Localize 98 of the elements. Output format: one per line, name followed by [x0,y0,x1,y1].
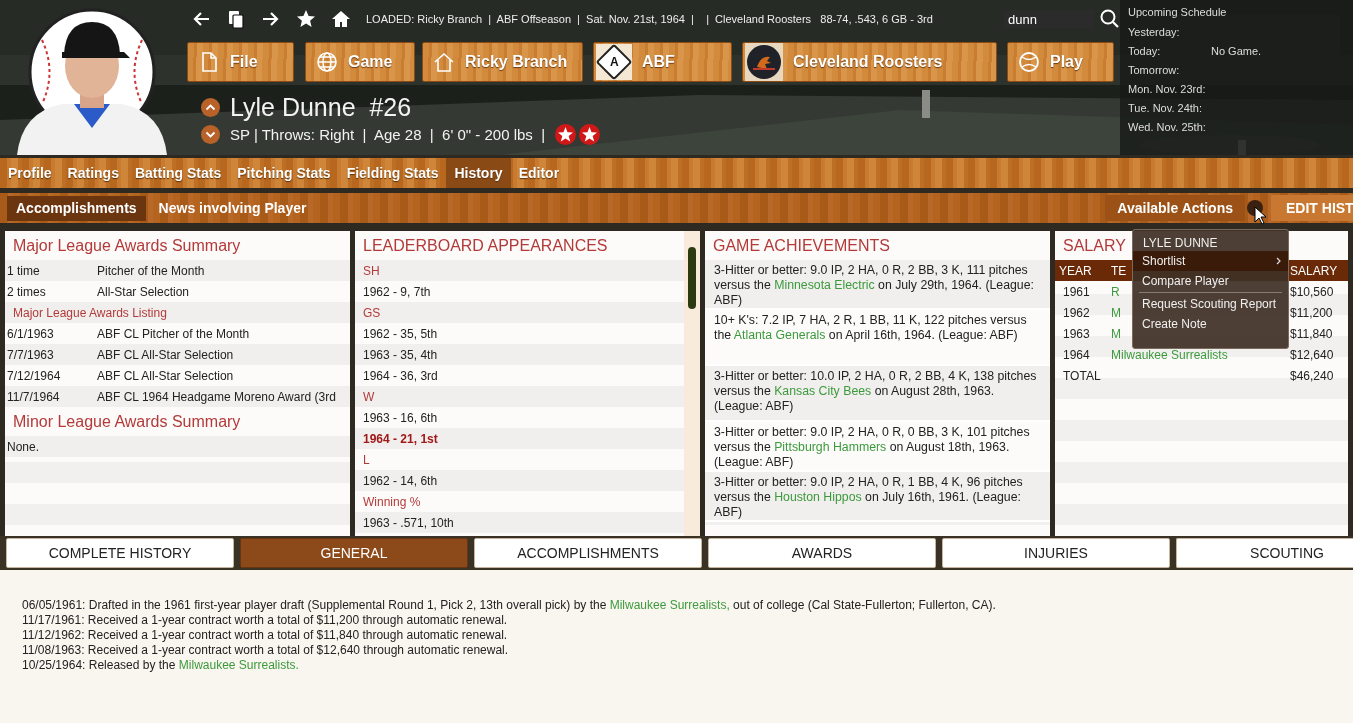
tab[interactable]: Editor [510,158,568,188]
schedule-label: Wed. Nov. 25th: [1128,120,1207,133]
edit-button[interactable]: EDIT HIST [1271,195,1353,221]
table-cell: ABF CL All-Star Selection [97,347,234,362]
home-icon[interactable] [331,9,351,29]
tab-button[interactable]: AWARDS [708,538,936,568]
table-cell-text: None. [6,439,41,454]
star-icon[interactable] [296,9,316,29]
history-entry: 06/05/1961: Drafted in the 1961 first-year player draft (Supplemental Round 1, Pick 2, 13th overall pick) by the Milwaukee Surrealists, out of college (Cal State-Fullerton; Fullerton, CA). [22,598,997,613]
nav-button[interactable]: Cleveland Roosters [742,42,997,82]
player-name: Lyle Dunne #26 [230,92,412,122]
team-link[interactable]: Atlanta Generals [733,328,826,342]
team-link[interactable]: Minnesota Electric [774,278,875,292]
table-cell-text: 1964 [1062,347,1091,362]
history-entry: 11/17/1961: Received a 1-year contract worth a total of $11,200 through automatic renewal. [22,613,509,628]
table-cell-text: 11/7/1964 [6,389,61,404]
table-cell-text: 2 times [6,284,47,299]
ball-icon [1018,51,1040,73]
column-header: TE [1111,263,1128,278]
copy-icon[interactable] [226,9,246,29]
subtab[interactable]: News involving Player [149,195,316,221]
column-header: YEAR [1058,263,1093,278]
menu-title: LYLE DUNNE [1142,234,1219,251]
team-link[interactable]: Houston Hippos [774,490,862,504]
nav-button[interactable]: Game [305,42,415,82]
team-link[interactable]: Milwaukee Surrealists, [609,598,730,612]
achievement-text: 10+ K's: 7.2 IP, 7 HA, 2 R, 1 BB, 11 K, 122 pitches versus the Atlanta Generals on April 16th, 1964. (League: ABF) [705,310,1050,366]
tab-button[interactable]: ACCOMPLISHMENTS [474,538,702,568]
tab[interactable]: Batting Stats [126,158,230,188]
star-badge-icon [579,123,601,145]
schedule-label: Yesterday: [1128,25,1181,38]
star-badge-icon [555,123,577,145]
nav-button[interactable]: Play [1007,42,1114,82]
table-cell-text: 6/1/1963 [6,326,55,341]
table-cell-text: $46,240 [1289,368,1335,383]
tab-button[interactable]: COMPLETE HISTORY [6,538,234,568]
table-cell-text: 1961 [1062,284,1091,299]
table-cell-text: 1962 [1062,305,1091,320]
nav-button[interactable]: File [187,42,294,82]
menu-item[interactable]: Request Scouting Report [1133,294,1288,314]
expand-button[interactable] [201,124,220,144]
table-cell-text: 7/12/1964 [6,368,62,383]
league-logo: A [596,44,632,80]
achievement-text: 3-Hitter or better: 9.0 IP, 2 HA, 0 R, 0 BB, 3 K, 101 pitches versus the Pittsburgh Hammers on August 18th, 1963. (League: ABF) [705,422,1050,472]
tab[interactable]: History [446,158,511,188]
tab[interactable]: Fielding Stats [338,158,447,188]
schedule-label: Tomorrow: [1128,63,1181,76]
team-link[interactable]: Milwaukee Surrealists. [178,658,299,672]
table-cell-text: 7/7/1963 [6,347,55,362]
section-heading: Major League Awards Listing [12,305,167,320]
search-field[interactable]: dunn [1004,10,1094,28]
globe-icon [316,51,338,73]
table-cell: ABF CL All-Star Selection [97,368,234,383]
schedule-value: No Game. [1211,44,1262,57]
tab[interactable]: Pitching Stats [229,158,339,188]
table-cell-text: 1 time [6,263,41,278]
tab[interactable]: Profile [0,158,60,188]
cursor-icon [1254,206,1267,225]
tab-button[interactable]: GENERAL [240,538,468,568]
table-cell-text: $12,640 [1289,347,1335,362]
subtab[interactable]: Accomplishments [7,195,146,221]
status-text: LOADED: Ricky Branch | ABF Offseason | Sat. Nov. 21st, 1964 | | Cleveland Roosters 88-74, .543, 6 GB - 3rd [366,13,934,25]
table-cell-text: $11,840 [1289,326,1334,341]
column-header: SALARY [1289,263,1339,278]
team-link[interactable]: Milwaukee Surrealists [1111,347,1283,362]
collapse-button[interactable] [201,97,220,117]
team-logo-icon [745,43,783,81]
table-cell: Pitcher of the Month [97,263,205,278]
schedule-label: Mon. Nov. 23rd: [1128,82,1207,95]
table-cell: All-Star Selection [97,284,190,299]
scrollbar[interactable] [684,231,700,536]
menu-item[interactable]: Shortlist [1133,251,1288,271]
tab-button[interactable]: INJURIES [942,538,1170,568]
achievement-text: 3-Hitter or better: 10.0 IP, 2 HA, 0 R, 2 BB, 4 K, 138 pitches versus the Kansas City Bees on August 28th, 1963. (League: ABF) [705,366,1050,422]
tab[interactable]: Ratings [59,158,127,188]
house-icon [433,51,455,73]
schedule-label: Today: [1128,44,1162,57]
actions-menu-button[interactable]: Available Actions [1105,195,1245,221]
history-entry: 10/25/1964: Released by the Milwaukee Surrealists. [22,658,300,673]
team-link[interactable]: Pittsburgh Hammers [774,440,887,454]
menu-item[interactable]: Compare Player [1133,271,1288,291]
history-entry: 11/08/1963: Received a 1-year contract worth a total of $12,640 through automatic renewal. [22,643,510,658]
table-cell-text: TOTAL [1062,368,1102,383]
menu-item[interactable]: Create Note [1133,314,1288,334]
table-cell: ABF CL Pitcher of the Month [97,326,250,341]
table-cell-text: $11,200 [1289,305,1334,320]
schedule-title: Upcoming Schedule [1128,6,1228,20]
tab-button[interactable]: SCOUTING [1176,538,1353,568]
team-link[interactable]: Kansas City Bees [774,384,872,398]
history-entry: 11/12/1962: Received a 1-year contract worth a total of $11,840 through automatic renewal. [22,628,509,643]
table-cell: ABF CL 1964 Headgame Moreno Award (3rd [97,389,336,404]
nav-button[interactable]: A ABF [593,42,732,82]
nav-button[interactable]: Ricky Branch [422,42,583,82]
table-cell-text: $10,560 [1289,284,1335,299]
schedule-label: Tue. Nov. 24th: [1128,101,1203,114]
search-icon[interactable] [1100,9,1120,29]
player-details: SP | Throws: Right | Age 28 | 6' 0" - 200 lbs | [230,125,546,143]
table-cell-text: 1963 [1062,326,1091,341]
